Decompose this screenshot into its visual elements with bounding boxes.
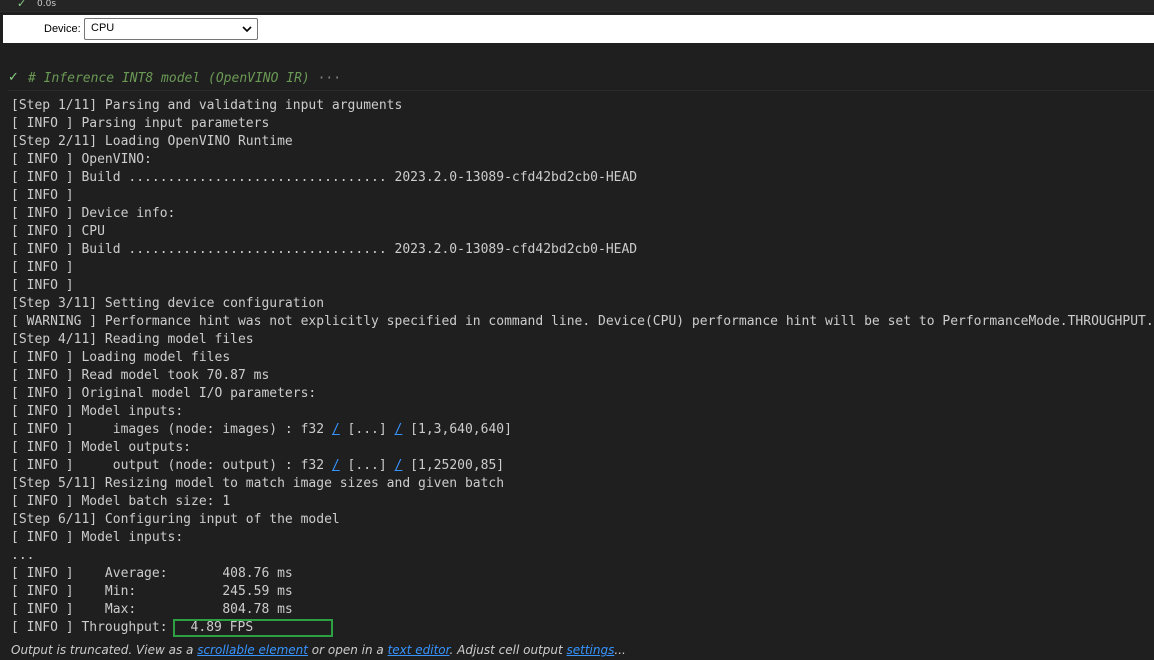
output-line: [ INFO ] (11, 188, 74, 203)
input-param-link[interactable]: / (332, 422, 340, 437)
device-label: Device: (44, 23, 81, 35)
output-line: [ INFO ] Original model I/O parameters: (11, 386, 317, 401)
cell-code-text: # Inference INT8 model (OpenVINO IR) (28, 71, 310, 86)
footer-text: or open in a (307, 643, 388, 657)
output-line: [ INFO ] Model batch size: 1 (11, 494, 231, 509)
output-line: [ INFO ] Model inputs: (11, 404, 184, 419)
device-select[interactable]: CPU (84, 18, 258, 40)
device-select-value: CPU (91, 22, 115, 34)
output-line: [Step 3/11] Setting device configuration (11, 296, 325, 311)
output-param-link[interactable]: / (332, 458, 340, 473)
execution-time: 0.0s (37, 0, 57, 9)
truncation-marker: ... (11, 548, 35, 563)
text-editor-link[interactable]: text editor (388, 643, 450, 657)
output-line: [ INFO ] Build .........................… (11, 242, 638, 257)
cell-divider (8, 90, 1154, 91)
cell-code-preview: # Inference INT8 model (OpenVINO IR) ··· (28, 71, 341, 86)
throughput-highlight-box: 4.89 FPS (172, 619, 333, 637)
output-line: [ INFO ] OpenVINO: (11, 152, 152, 167)
throughput-line: [ INFO ] Throughput: 4.89 FPS (11, 619, 1154, 637)
latency-average-line: [ INFO ] Average: 408.76 ms (11, 566, 293, 581)
footer-text: . Adjust cell output (449, 643, 567, 657)
output-param-line: [ INFO ] output (node: output) : f32 / [… (11, 457, 1154, 475)
output-line: [ INFO ] Build .........................… (11, 170, 638, 185)
scrollable-element-link[interactable]: scrollable element (197, 643, 308, 657)
settings-link[interactable]: settings (567, 643, 615, 657)
input-param-line: [ INFO ] images (node: images) : f32 / [… (11, 421, 1154, 439)
output-line: [Step 4/11] Reading model files (11, 332, 254, 347)
input-param-shape: [1,3,640,640] (402, 422, 512, 437)
output-line: [ INFO ] (11, 260, 74, 275)
output-line: [ INFO ] Loading model files (11, 350, 231, 365)
code-cell-header[interactable]: ✓ # Inference INT8 model (OpenVINO IR) ·… (0, 68, 1154, 90)
chevron-down-icon (242, 26, 252, 33)
output-line: [Step 6/11] Configuring input of the mod… (11, 512, 340, 527)
output-line: [ INFO ] CPU (11, 224, 105, 239)
output-param-prefix: [ INFO ] output (node: output) : f32 (11, 458, 332, 473)
output-param-shape: [1,25200,85] (402, 458, 505, 473)
output-line: [ INFO ] Read model took 70.87 ms (11, 368, 270, 383)
output-line: [ INFO ] (11, 278, 74, 293)
output-param-mid: [...] (339, 458, 395, 473)
footer-text: Output is truncated. View as a (11, 643, 198, 657)
cell-output: [Step 1/11] Parsing and validating input… (11, 97, 1154, 637)
output-line: [ INFO ] Parsing input parameters (11, 116, 270, 131)
footer-text: ... (614, 643, 626, 657)
latency-max-line: [ INFO ] Max: 804.78 ms (11, 602, 293, 617)
device-widget: Device: CPU (3, 15, 1154, 43)
throughput-label: [ INFO ] Throughput: (11, 620, 168, 635)
warning-line: [ WARNING ] Performance hint was not exp… (11, 314, 1154, 329)
input-param-prefix: [ INFO ] images (node: images) : f32 (11, 422, 332, 437)
input-param-mid: [...] (339, 422, 395, 437)
output-line: [Step 2/11] Loading OpenVINO Runtime (11, 134, 293, 149)
output-line: [ INFO ] Model outputs: (11, 440, 192, 455)
output-line: [ INFO ] Model inputs: (11, 530, 184, 545)
success-check-icon: ✓ (17, 0, 27, 10)
cell-success-check-icon: ✓ (8, 70, 19, 85)
output-line: [Step 5/11] Resizing model to match imag… (11, 476, 505, 491)
output-truncated-notice: Output is truncated. View as a scrollabl… (11, 643, 626, 657)
more-icon[interactable]: ··· (318, 71, 341, 86)
output-line: [Step 1/11] Parsing and validating input… (11, 98, 403, 113)
output-line: [ INFO ] Device info: (11, 206, 176, 221)
latency-min-line: [ INFO ] Min: 245.59 ms (11, 584, 293, 599)
execution-status-bar: ✓ 0.0s (0, 0, 1154, 12)
